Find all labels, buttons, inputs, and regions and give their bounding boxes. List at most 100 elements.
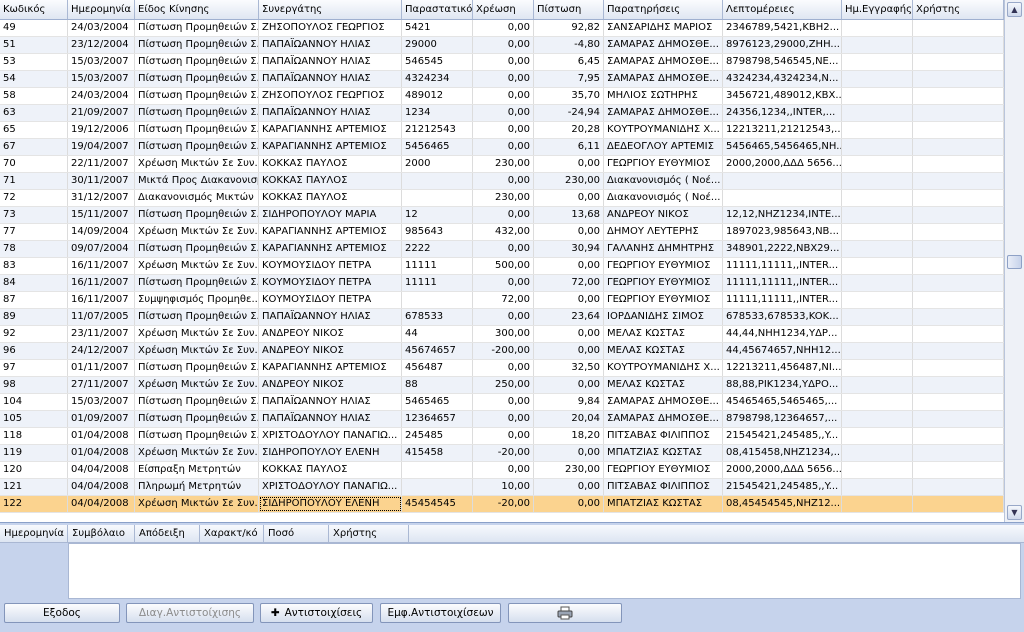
cell-date[interactable]: 21/09/2007 (68, 105, 135, 121)
cell-credit[interactable]: -4,80 (534, 37, 604, 53)
cell-date[interactable]: 23/11/2007 (68, 326, 135, 342)
cell-user[interactable] (913, 207, 1004, 223)
cell-entry-date[interactable] (842, 88, 913, 104)
table-row[interactable]: 118 01/04/2008 Πίστωση Προμηθειών Σ... ΧΡΙΣ… (0, 428, 1004, 445)
cell-notes[interactable]: ΜΕΛΑΣ ΚΩΣΤΑΣ (604, 377, 723, 393)
table-row[interactable]: 67 19/04/2007 Πίστωση Προμηθειών Σ... ΚΑΡΑΓ… (0, 139, 1004, 156)
table-row[interactable]: 63 21/09/2007 Πίστωση Προμηθειών Σ... ΠΑΠΑΪ… (0, 105, 1004, 122)
cell-notes[interactable]: ΜΠΑΤΖΙΑΣ ΚΩΣΤΑΣ (604, 496, 723, 512)
cell-details[interactable]: 1897023,985643,NB... (723, 224, 842, 240)
cell-debit[interactable]: 500,00 (473, 258, 534, 274)
cell-user[interactable] (913, 377, 1004, 393)
cell-code[interactable]: 65 (0, 122, 68, 138)
cell-credit[interactable]: 0,00 (534, 445, 604, 461)
cell-debit[interactable]: 0,00 (473, 309, 534, 325)
cell-movement-type[interactable]: Πίστωση Προμηθειών Σ... (135, 275, 259, 291)
cell-credit[interactable]: 0,00 (534, 479, 604, 495)
cell-code[interactable]: 72 (0, 190, 68, 206)
cell-details[interactable]: 12,12,NHZ1234,INTE... (723, 207, 842, 223)
cell-document[interactable]: 5421 (402, 20, 473, 36)
cell-details[interactable]: 44,44,NHH1234,ΥΔΡ... (723, 326, 842, 342)
cell-movement-type[interactable]: Χρέωση Μικτών Σε Συν... (135, 445, 259, 461)
cell-user[interactable] (913, 122, 1004, 138)
table-row[interactable]: 89 11/07/2005 Πίστωση Προμηθειών Σ... ΠΑΠΑΪ… (0, 309, 1004, 326)
header-col-document[interactable]: Παραστατικό (402, 0, 473, 19)
cell-date[interactable]: 11/07/2005 (68, 309, 135, 325)
cell-credit[interactable]: 9,84 (534, 394, 604, 410)
cell-document[interactable]: 1234 (402, 105, 473, 121)
cell-notes[interactable]: ΣΑΝΣΑΡΙΔΗΣ ΜΑΡΙΟΣ (604, 20, 723, 36)
cell-credit[interactable]: 0,00 (534, 326, 604, 342)
cell-partner[interactable]: ΠΑΠΑΪΩΑΝΝΟΥ ΗΛΙΑΣ (259, 394, 402, 410)
cell-details[interactable]: 21545421,245485,,Y... (723, 479, 842, 495)
cell-document[interactable] (402, 462, 473, 478)
matchings-button[interactable]: ✚ Αντιστοιχίσεις (260, 603, 373, 623)
cell-user[interactable] (913, 139, 1004, 155)
cell-credit[interactable]: 32,50 (534, 360, 604, 376)
cell-debit[interactable]: 0,00 (473, 105, 534, 121)
cell-date[interactable]: 30/11/2007 (68, 173, 135, 189)
cell-details[interactable]: 2000,2000,ΔΔΔ 5656... (723, 462, 842, 478)
cell-code[interactable]: 87 (0, 292, 68, 308)
header-col-movement-type[interactable]: Είδος Κίνησης (135, 0, 259, 19)
cell-code[interactable]: 63 (0, 105, 68, 121)
cell-credit[interactable]: 0,00 (534, 496, 604, 512)
cell-date[interactable]: 24/12/2007 (68, 343, 135, 359)
cell-credit[interactable]: 0,00 (534, 190, 604, 206)
detail-header-receipt[interactable]: Απόδειξη (135, 525, 200, 542)
cell-user[interactable] (913, 445, 1004, 461)
table-row[interactable]: 104 15/03/2007 Πίστωση Προμηθειών Σ... ΠΑΠΑ… (0, 394, 1004, 411)
cell-code[interactable]: 77 (0, 224, 68, 240)
cell-entry-date[interactable] (842, 445, 913, 461)
cell-date[interactable]: 15/03/2007 (68, 71, 135, 87)
cell-details[interactable]: 8798798,12364657,... (723, 411, 842, 427)
header-col-user[interactable]: Χρήστης (913, 0, 1004, 19)
scroll-down-button[interactable]: ▼ (1007, 505, 1022, 520)
cell-movement-type[interactable]: Χρέωση Μικτών Σε Συν... (135, 258, 259, 274)
table-row[interactable]: 65 19/12/2006 Πίστωση Προμηθειών Σ... ΚΑΡΑΓ… (0, 122, 1004, 139)
cell-date[interactable]: 19/12/2006 (68, 122, 135, 138)
cell-user[interactable] (913, 309, 1004, 325)
cell-code[interactable]: 104 (0, 394, 68, 410)
cell-notes[interactable]: ΣΑΜΑΡΑΣ ΔΗΜΟΣΘΕ... (604, 54, 723, 70)
cell-partner[interactable]: ΚΑΡΑΓΙΑΝΝΗΣ ΑΡΤΕΜΙΟΣ (259, 360, 402, 376)
cell-debit[interactable]: 0,00 (473, 54, 534, 70)
table-row[interactable]: 70 22/11/2007 Χρέωση Μικτών Σε Συν... ΚΟΚΚΑ… (0, 156, 1004, 173)
cell-credit[interactable]: 30,94 (534, 241, 604, 257)
cell-details[interactable]: 4324234,4324234,N... (723, 71, 842, 87)
cell-document[interactable]: 88 (402, 377, 473, 393)
cell-notes[interactable]: ΔΗΜΟΥ ΛΕΥΤΕΡΗΣ (604, 224, 723, 240)
table-row[interactable]: 58 24/03/2004 Πίστωση Προμηθειών Σ... ΖΗΣΟΠ… (0, 88, 1004, 105)
cell-date[interactable]: 15/11/2007 (68, 207, 135, 223)
print-button[interactable] (508, 603, 622, 623)
table-row[interactable]: 96 24/12/2007 Χρέωση Μικτών Σε Συν... ΑΝΔΡΕ… (0, 343, 1004, 360)
cell-document[interactable] (402, 479, 473, 495)
cell-user[interactable] (913, 258, 1004, 274)
cell-debit[interactable]: 250,00 (473, 377, 534, 393)
cell-code[interactable]: 71 (0, 173, 68, 189)
cell-date[interactable]: 04/04/2008 (68, 462, 135, 478)
cell-movement-type[interactable]: Είσπραξη Μετρητών (135, 462, 259, 478)
cell-partner[interactable]: ΚΟΚΚΑΣ ΠΑΥΛΟΣ (259, 156, 402, 172)
cell-document[interactable]: 5456465 (402, 139, 473, 155)
cell-document[interactable]: 456487 (402, 360, 473, 376)
cell-debit[interactable]: 0,00 (473, 71, 534, 87)
cell-document[interactable]: 2000 (402, 156, 473, 172)
cell-partner[interactable]: ΣΙΔΗΡΟΠΟΥΛΟΥ ΜΑΡΙΑ (259, 207, 402, 223)
cell-debit[interactable]: 300,00 (473, 326, 534, 342)
cell-user[interactable] (913, 71, 1004, 87)
cell-entry-date[interactable] (842, 292, 913, 308)
cell-details[interactable]: 3456721,489012,KBX... (723, 88, 842, 104)
cell-partner[interactable]: ΑΝΔΡΕΟΥ ΝΙΚΟΣ (259, 377, 402, 393)
cell-code[interactable]: 58 (0, 88, 68, 104)
cell-notes[interactable]: ΜΕΛΑΣ ΚΩΣΤΑΣ (604, 343, 723, 359)
cell-document[interactable]: 45674657 (402, 343, 473, 359)
table-row[interactable]: 87 16/11/2007 Συμψηφισμός Προμηθε... ΚΟΥΜΟΥ… (0, 292, 1004, 309)
cell-movement-type[interactable]: Πίστωση Προμηθειών Σ... (135, 411, 259, 427)
cell-date[interactable]: 01/09/2007 (68, 411, 135, 427)
cell-debit[interactable]: 0,00 (473, 122, 534, 138)
cell-movement-type[interactable]: Πίστωση Προμηθειών Σ... (135, 71, 259, 87)
delete-matching-button[interactable]: Διαγ.Αντιστοίχισης (126, 603, 254, 623)
table-row[interactable]: 71 30/11/2007 Μικτά Προς Διακανονισμό ΚΟΚΚΑ… (0, 173, 1004, 190)
table-row[interactable]: 54 15/03/2007 Πίστωση Προμηθειών Σ... ΠΑΠΑΪ… (0, 71, 1004, 88)
